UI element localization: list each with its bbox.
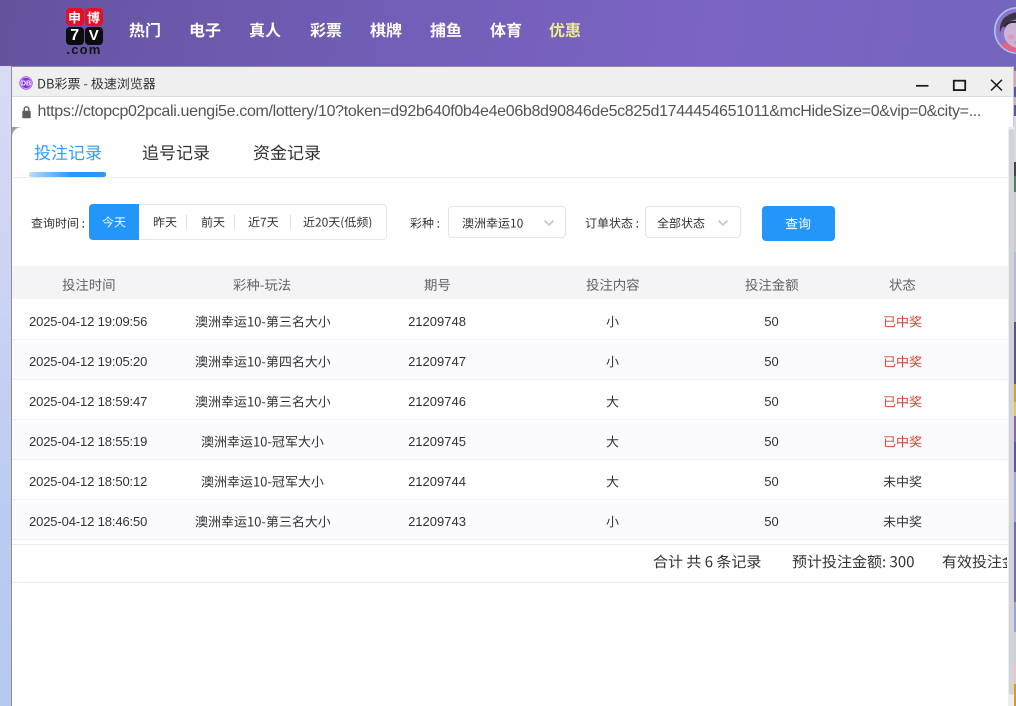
svg-text:DB: DB <box>20 81 30 88</box>
